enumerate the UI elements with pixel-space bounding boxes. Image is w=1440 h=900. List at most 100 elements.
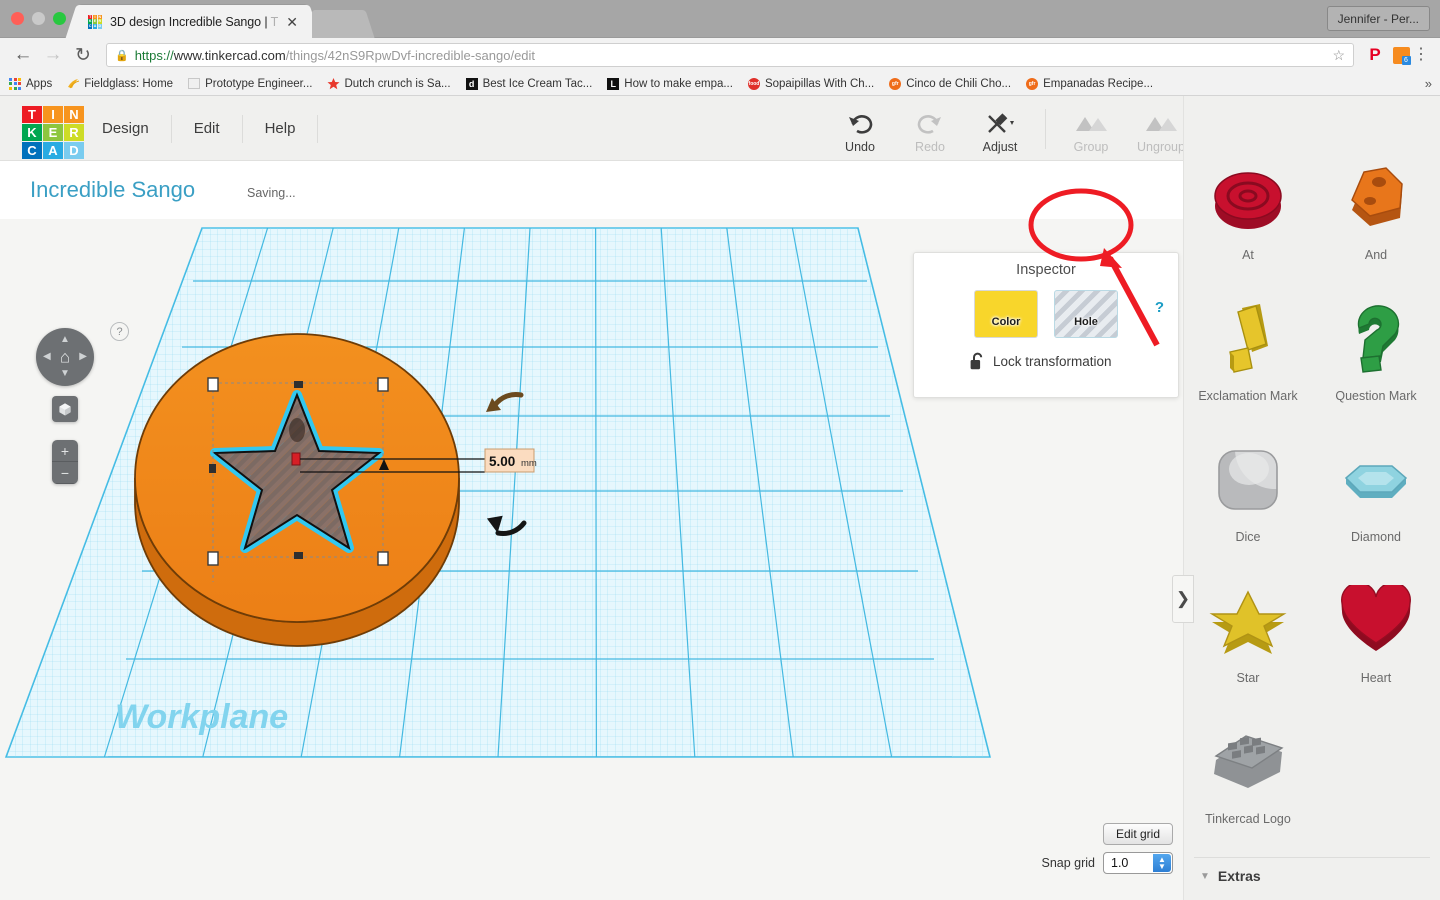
window-controls[interactable] <box>11 12 66 25</box>
browser-menu-icon[interactable]: ⋮ <box>1412 47 1430 63</box>
undo-button[interactable]: Undo <box>825 112 895 154</box>
workplane-label: Workplane <box>115 698 288 736</box>
bookmarks-overflow-icon[interactable]: » <box>1425 76 1432 91</box>
profile-button[interactable]: Jennifer - Per... <box>1326 6 1430 31</box>
close-tab-icon[interactable]: ✕ <box>282 15 302 29</box>
extras-shape-item[interactable] <box>1312 890 1440 900</box>
adjust-icon <box>965 112 1035 138</box>
exclamation-shape-icon <box>1208 289 1288 389</box>
shape-item-at[interactable]: At <box>1184 148 1312 289</box>
favicon-tile: C <box>88 24 93 29</box>
zoom-out-button[interactable]: − <box>52 462 78 484</box>
new-tab-button[interactable] <box>312 10 360 38</box>
bookmark-item[interactable]: gfr Empanadas Recipe... <box>1025 77 1153 91</box>
bookmark-item[interactable]: Apps <box>8 77 52 91</box>
favicon-tile: R <box>97 19 102 24</box>
shape-item-exclamation-mark[interactable]: Exclamation Mark <box>1184 289 1312 430</box>
orbit-up-icon[interactable]: ▲ <box>60 335 70 345</box>
snap-grid-input[interactable]: 1.0 ▲ ▼ <box>1103 852 1173 874</box>
l-square-icon: L <box>606 77 620 91</box>
zoom-in-button[interactable]: + <box>52 440 78 462</box>
bookmark-star-icon[interactable]: ☆ <box>1332 47 1345 64</box>
food-circle-icon: food <box>747 77 761 91</box>
bookmark-item[interactable]: Prototype Engineer... <box>187 77 312 91</box>
edit-toolbar: Undo Redo Adjust Group Ungroup <box>825 104 1196 154</box>
shape-item-heart[interactable]: Heart <box>1312 571 1440 712</box>
maximize-window-button[interactable] <box>53 12 66 25</box>
shape-label: Star <box>1236 671 1260 685</box>
minimize-window-button[interactable] <box>32 12 45 25</box>
favicon-tile: T <box>88 14 93 19</box>
adjust-button[interactable]: Adjust <box>965 112 1035 154</box>
bookmark-item[interactable]: food Sopaipillas With Ch... <box>747 77 874 91</box>
home-view-icon[interactable]: ⌂ <box>60 349 70 366</box>
orbit-left-icon[interactable]: ◀ <box>43 352 51 362</box>
extras-section-header[interactable]: ▼ Extras <box>1184 858 1440 890</box>
shape-item-dice[interactable]: Dice <box>1184 430 1312 571</box>
snap-grid-stepper[interactable]: ▲ ▼ <box>1153 854 1171 872</box>
shape-item-star[interactable]: Star <box>1184 571 1312 712</box>
address-bar[interactable]: 🔒 https:// www.tinkercad.com /things/42n… <box>106 43 1354 67</box>
toolbar-divider <box>1045 109 1046 149</box>
back-icon[interactable]: ← <box>10 42 36 68</box>
bookmark-label: Best Ice Cream Tac... <box>482 77 593 90</box>
orbit-right-icon[interactable]: ▶ <box>79 352 87 362</box>
url-scheme: https:// <box>134 47 174 63</box>
group-button[interactable]: Group <box>1056 112 1126 154</box>
zoom-controls[interactable]: + − <box>52 440 78 484</box>
close-window-button[interactable] <box>11 12 24 25</box>
pinterest-extension-icon[interactable]: P <box>1364 44 1386 66</box>
navigation-help-icon[interactable]: ? <box>110 322 129 341</box>
star-icon <box>326 77 340 91</box>
view-navigation-cluster[interactable]: ▲ ▼ ◀ ▶ ⌂ ? + − <box>36 322 129 484</box>
reload-icon[interactable]: ↻ <box>70 42 96 68</box>
orange-circle-icon: gfr <box>1025 77 1039 91</box>
resize-handle <box>377 551 389 566</box>
view-orbit-control[interactable]: ▲ ▼ ◀ ▶ ⌂ <box>36 328 94 386</box>
orange-extension-icon[interactable]: 6 <box>1390 44 1412 66</box>
shape-item-diamond[interactable]: Diamond <box>1312 430 1440 571</box>
save-status: Saving... <box>247 186 296 200</box>
collapse-panel-button[interactable]: ❯ <box>1172 575 1194 623</box>
url-host: www.tinkercad.com <box>173 47 286 63</box>
shape-label: Diamond <box>1350 530 1402 544</box>
browser-tab[interactable]: TINKERCAD 3D design Incredible Sango | T… <box>78 5 308 38</box>
shape-item-question-mark[interactable]: Question Mark <box>1312 289 1440 430</box>
d-square-icon: d <box>465 77 479 91</box>
extras-shape-item[interactable] <box>1184 890 1312 900</box>
orbit-down-icon[interactable]: ▼ <box>60 369 70 379</box>
diamond-shape-icon <box>1332 430 1420 530</box>
snap-grid-value: 1.0 <box>1111 856 1129 870</box>
inspector-help-icon[interactable]: ? <box>1155 299 1164 316</box>
shape-label: Heart <box>1360 671 1392 685</box>
hole-swatch-button[interactable]: Hole <box>1054 290 1118 338</box>
fit-to-view-icon[interactable] <box>52 396 78 422</box>
chevron-down-icon[interactable]: ▼ <box>1200 871 1210 882</box>
bookmark-item[interactable]: Dutch crunch is Sa... <box>326 77 451 91</box>
shape-label: At <box>1242 248 1254 262</box>
shape-item-tinkercad-logo[interactable]: Tinkercad Logo <box>1184 712 1312 853</box>
browser-titlebar: TINKERCAD 3D design Incredible Sango | T… <box>0 0 1440 38</box>
apps-grid-icon <box>8 77 22 91</box>
menu-item-help[interactable]: Help <box>243 115 319 143</box>
favicon-tile: D <box>97 24 102 29</box>
redo-button[interactable]: Redo <box>895 112 965 154</box>
shape-item-and[interactable]: And <box>1312 148 1440 289</box>
bookmark-item[interactable]: gfr Cinco de Chili Cho... <box>888 77 1011 91</box>
menu-item-edit[interactable]: Edit <box>172 115 243 143</box>
tinkercad-logo[interactable]: TIN KER CAD <box>22 106 84 159</box>
dimension-value: 5.00 <box>489 454 515 469</box>
color-swatch-button[interactable]: Color <box>974 290 1038 338</box>
tab-title-suffix: T <box>270 14 279 29</box>
menu-item-design[interactable]: Design <box>96 115 172 143</box>
logo-tile: T <box>22 106 42 123</box>
bookmark-item[interactable]: Fieldglass: Home <box>66 77 173 91</box>
lock-transformation-row[interactable]: Lock transformation <box>970 352 1178 371</box>
stepper-down-icon[interactable]: ▼ <box>1158 863 1166 871</box>
page-title[interactable]: Incredible Sango <box>30 177 195 203</box>
forward-icon[interactable]: → <box>40 42 66 68</box>
heart-shape-icon <box>1332 571 1420 671</box>
edit-grid-button[interactable]: Edit grid <box>1102 823 1173 845</box>
bookmark-item[interactable]: d Best Ice Cream Tac... <box>465 77 593 91</box>
bookmark-item[interactable]: L How to make empa... <box>606 77 733 91</box>
